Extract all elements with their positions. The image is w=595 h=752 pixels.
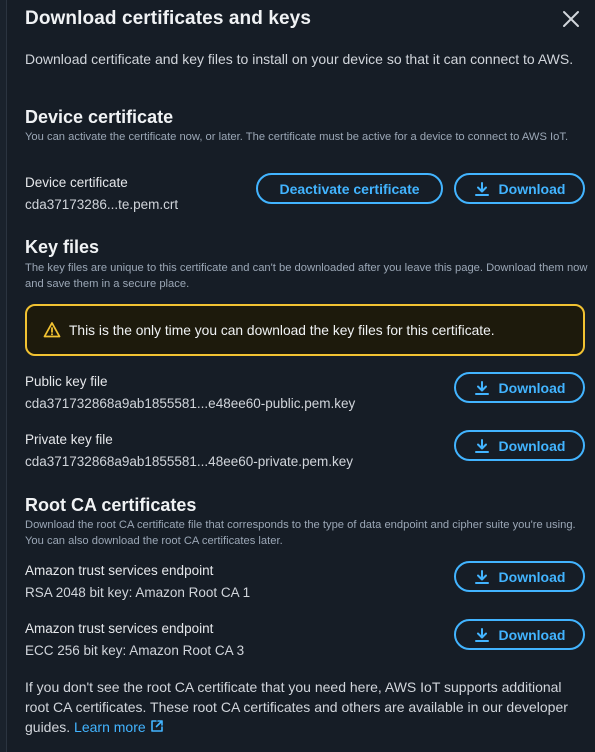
modal-title: Download certificates and keys bbox=[25, 8, 311, 29]
download-label: Download bbox=[498, 379, 566, 396]
download-label: Download bbox=[498, 437, 566, 454]
learn-more-label: Learn more bbox=[74, 719, 146, 735]
download-icon bbox=[474, 380, 490, 396]
external-link-icon bbox=[150, 719, 164, 733]
modal-intro: Download certificate and key files to in… bbox=[25, 51, 574, 67]
ecc-endpoint-label: Amazon trust services endpoint bbox=[25, 621, 214, 636]
download-label: Download bbox=[498, 626, 566, 643]
public-key-filename: cda371732868a9ab1855581...e48ee60-public… bbox=[25, 396, 356, 411]
download-modal: Download certificates and keys Download … bbox=[6, 0, 595, 752]
public-key-label: Public key file bbox=[25, 374, 108, 389]
download-rsa-root-ca-button[interactable]: Download bbox=[454, 561, 585, 592]
close-button[interactable] bbox=[559, 7, 583, 31]
device-certificate-description: You can activate the certificate now, or… bbox=[25, 131, 569, 143]
root-ca-heading: Root CA certificates bbox=[25, 495, 197, 515]
rsa-root-ca-value: RSA 2048 bit key: Amazon Root CA 1 bbox=[25, 585, 251, 600]
root-ca-description: Download the root CA certificate file th… bbox=[25, 519, 576, 547]
learn-more-link[interactable]: Learn more bbox=[74, 719, 164, 735]
download-private-key-button[interactable]: Download bbox=[454, 430, 585, 461]
download-label: Download bbox=[498, 180, 566, 197]
download-public-key-button[interactable]: Download bbox=[454, 372, 585, 403]
key-files-warning-alert: This is the only time you can download t… bbox=[25, 304, 585, 356]
download-icon bbox=[474, 569, 490, 585]
device-certificate-filename: cda37173286...te.pem.crt bbox=[25, 197, 179, 212]
ecc-root-ca-value: ECC 256 bit key: Amazon Root CA 3 bbox=[25, 643, 245, 658]
download-icon bbox=[474, 181, 490, 197]
rsa-endpoint-label: Amazon trust services endpoint bbox=[25, 563, 214, 578]
key-files-description: The key files are unique to this certifi… bbox=[25, 262, 588, 290]
private-key-filename: cda371732868a9ab1855581...48ee60-private… bbox=[25, 454, 354, 469]
download-ecc-root-ca-button[interactable]: Download bbox=[454, 619, 585, 650]
download-icon bbox=[474, 627, 490, 643]
private-key-label: Private key file bbox=[25, 432, 113, 447]
download-label: Download bbox=[498, 568, 566, 585]
warning-icon bbox=[43, 321, 61, 339]
deactivate-certificate-button[interactable]: Deactivate certificate bbox=[256, 173, 443, 204]
deactivate-certificate-label: Deactivate certificate bbox=[279, 180, 420, 197]
download-icon bbox=[474, 438, 490, 454]
warning-alert-text: This is the only time you can download t… bbox=[69, 322, 495, 338]
close-icon bbox=[563, 11, 579, 27]
device-certificate-label: Device certificate bbox=[25, 175, 128, 190]
device-certificate-heading: Device certificate bbox=[25, 107, 174, 127]
root-ca-footer-note: If you don't see the root CA certificate… bbox=[25, 677, 587, 737]
download-device-certificate-button[interactable]: Download bbox=[454, 173, 585, 204]
key-files-heading: Key files bbox=[25, 237, 100, 257]
